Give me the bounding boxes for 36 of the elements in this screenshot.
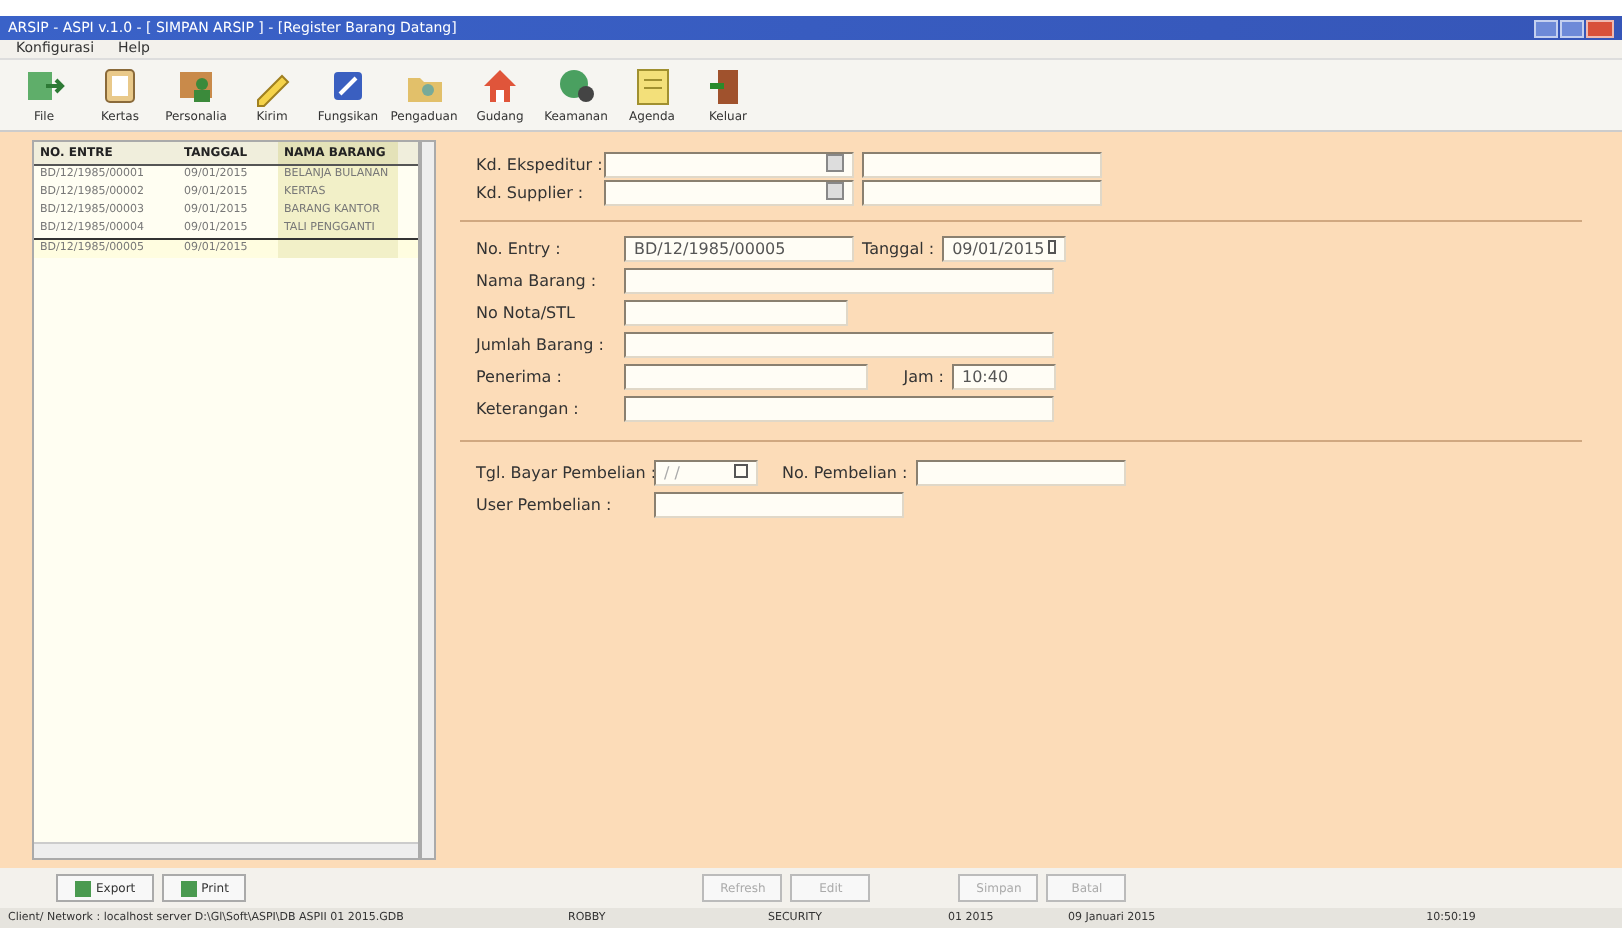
field-label: Nama Barang :: [476, 269, 599, 293]
maximize-button[interactable]: [1560, 19, 1584, 37]
input-field[interactable]: [862, 180, 1102, 206]
field-label: User Pembelian :: [476, 493, 614, 517]
entry-field[interactable]: BD/12/1985/00005: [624, 236, 854, 262]
field-label: Jam :: [900, 365, 944, 389]
date-field[interactable]: 09/01/2015: [942, 236, 1067, 262]
field-label: Keterangan :: [476, 397, 581, 421]
spreadsheet-icon: [179, 879, 198, 897]
spreadsheet-icon: [74, 879, 92, 897]
lookup-field[interactable]: [604, 152, 854, 178]
dropdown-icon: [734, 464, 748, 478]
lookup-field[interactable]: [604, 180, 854, 206]
field-label: Penerima :: [476, 365, 564, 389]
calendar-icon: [1048, 240, 1057, 254]
field-label: Kd. Supplier :: [476, 181, 586, 205]
horizontal-scrollbar[interactable]: [34, 842, 418, 858]
input-field[interactable]: [915, 460, 1126, 486]
field-label: No Nota/STL: [476, 301, 577, 325]
input-field[interactable]: [624, 268, 1054, 294]
input-field[interactable]: [624, 396, 1054, 422]
minimize-button[interactable]: [1534, 19, 1558, 37]
input-field[interactable]: [624, 300, 848, 326]
field-label: Kd. Ekspeditur :: [476, 153, 596, 177]
close-button[interactable]: [1586, 19, 1614, 37]
time-field[interactable]: 10:40: [952, 364, 1056, 390]
input-field[interactable]: [624, 332, 1054, 358]
vertical-scrollbar[interactable]: [420, 140, 436, 860]
input-field[interactable]: [624, 364, 868, 390]
input-field[interactable]: [862, 152, 1102, 178]
input-field[interactable]: [654, 492, 904, 518]
field-label: Jumlah Barang :: [476, 333, 606, 357]
field-label: No. Entry :: [476, 237, 563, 261]
field-label: Tanggal :: [862, 237, 935, 261]
field-label: No. Pembelian :: [782, 461, 908, 485]
table-cell: [278, 240, 398, 258]
